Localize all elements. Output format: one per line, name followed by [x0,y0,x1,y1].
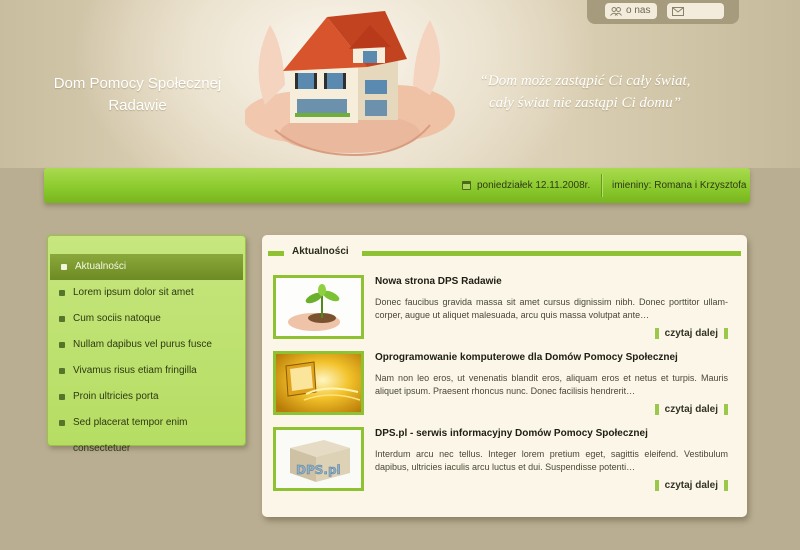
dps-box-image: DPS.pl [276,430,361,488]
read-more-label: czytaj dalej [664,404,718,415]
read-more-label: czytaj dalej [664,480,718,491]
menu-item-proin[interactable]: Proin ultricies porta [48,384,245,410]
bullet-icon [59,316,65,322]
menu-item-nullam[interactable]: Nullam dapibus vel purus fusce [48,332,245,358]
motto-line2: cały świat nie zastąpi Ci domu” [488,95,682,111]
news-thumbnail-dps[interactable]: DPS.pl [273,427,364,491]
menu-item-label: Lorem ipsum dolor sit amet [73,287,194,298]
plant-in-hands-image [276,278,361,336]
people-icon [610,6,622,16]
read-more-link[interactable]: czytaj dalej [654,404,728,415]
news-thumbnail-software[interactable] [273,351,364,415]
menu-item-label: Vivamus risus etiam fringilla [73,365,197,376]
read-more-bar-icon [654,328,659,339]
laptop-glow-image [276,354,361,412]
news-item: Nowa strona DPS Radawie Donec faucibus g… [273,275,743,345]
menu-item-label: Proin ultricies porta [73,391,159,402]
calendar-icon [462,181,471,190]
site-title-line1: Dom Pomocy Społecznej [53,75,222,92]
header-banner: Dom Pomocy Społecznej Radawie “Dom może … [0,0,800,168]
news-panel-header: Aktualności [262,245,747,261]
dps-logo-text: DPS.pl [296,463,341,477]
news-item: DPS.pl DPS.pl - serwis informacyjny Domó… [273,427,743,497]
bullet-icon [59,368,65,374]
side-menu: Aktualności Lorem ipsum dolor sit amet C… [47,235,246,454]
news-title[interactable]: Nowa strona DPS Radawie [375,276,502,287]
menu-item-sed-placerat[interactable]: Sed placerat tempor enim consectetuer [48,410,245,454]
menu-item-lorem[interactable]: Lorem ipsum dolor sit amet [48,280,245,306]
read-more-bar-icon [654,404,659,415]
bullet-icon [59,394,65,400]
site-title-line2: Radawie [108,97,167,114]
menu-item-label: Cum sociis natoque [73,313,161,324]
date-bar-divider [601,174,602,197]
current-date-text: poniedziałek 12.11.2008r. [477,180,591,191]
about-us-label: o nas [626,5,651,16]
site-title[interactable]: Dom Pomocy Społecznej Radawie [40,73,235,117]
news-thumbnail-plant[interactable] [273,275,364,339]
read-more-label: czytaj dalej [664,328,718,339]
header-rule-left [268,251,284,256]
header-rule-right [362,251,741,256]
news-title[interactable]: DPS.pl - serwis informacyjny Domów Pomoc… [375,428,648,439]
menu-item-cum-sociis[interactable]: Cum sociis natoque [48,306,245,332]
news-item: Oprogramowanie komputerowe dla Domów Pom… [273,351,743,421]
news-excerpt: Interdum arcu nec tellus. Integer lorem … [375,449,728,472]
news-panel: Aktualności Nowa strona DPS Radawie Done… [262,235,747,517]
menu-item-label: Sed placerat tempor enim consectetuer [73,417,188,454]
contact-button[interactable] [667,3,724,19]
current-date: poniedziałek 12.11.2008r. [462,168,590,203]
read-more-link[interactable]: czytaj dalej [654,480,728,491]
date-bar: poniedziałek 12.11.2008r. imieniny: Roma… [44,168,750,203]
bullet-icon [59,290,65,296]
news-title[interactable]: Oprogramowanie komputerowe dla Domów Pom… [375,352,678,363]
menu-item-aktualnosci[interactable]: Aktualności [50,254,243,280]
about-us-button[interactable]: o nas [605,3,657,19]
read-more-bar-icon [654,480,659,491]
envelope-icon [672,6,684,16]
news-panel-title: Aktualności [292,246,349,257]
motto-line1: “Dom może zastąpić Ci cały świat, [479,73,691,89]
house-bullet-icon [61,264,67,270]
menu-item-vivamus[interactable]: Vivamus risus etiam fringilla [48,358,245,384]
read-more-bar-icon [724,328,728,339]
news-excerpt: Donec faucibus gravida massa sit amet cu… [375,297,728,320]
read-more-bar-icon [724,404,728,415]
read-more-link[interactable]: czytaj dalej [654,328,728,339]
read-more-bar-icon [724,480,728,491]
name-days: imieniny: Romana i Krzysztofa [612,180,747,191]
menu-item-label: Nullam dapibus vel purus fusce [73,339,212,350]
menu-item-label: Aktualności [75,261,127,272]
bullet-icon [59,420,65,426]
news-excerpt: Nam non leo eros, ut venenatis blandit e… [375,373,728,396]
house-in-hands-image [245,11,455,157]
bullet-icon [59,342,65,348]
header-motto: “Dom może zastąpić Ci cały świat, cały ś… [460,70,710,114]
